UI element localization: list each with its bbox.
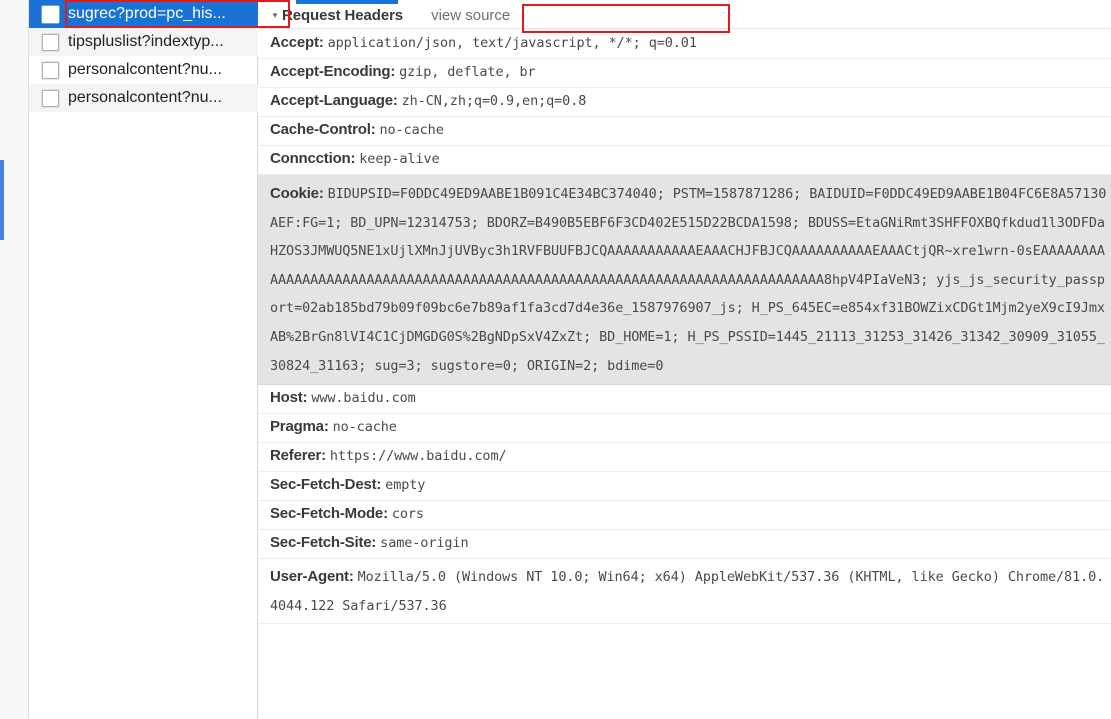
- request-list-item[interactable]: sugrec?prod=pc_his...: [29, 0, 258, 28]
- header-colon: :: [370, 121, 380, 138]
- request-headers-section-header[interactable]: ▾ Request Headers view source: [258, 3, 1111, 29]
- header-value: empty: [385, 477, 426, 494]
- header-colon: :: [321, 447, 330, 465]
- headers-list: Accept: application/json, text/javascrip…: [258, 30, 1111, 625]
- header-row[interactable]: Sec-Fetch-Dest: empty: [258, 472, 1111, 502]
- header-row[interactable]: Accept-Encoding: gzip, deflate, br: [258, 59, 1111, 88]
- header-value: BIDUPSID=F0DDC49ED9AABE1B091C4E34BC37404…: [270, 186, 1107, 374]
- request-type-icon: [42, 89, 59, 107]
- header-name: Cookie: [270, 185, 319, 202]
- header-name: Host: [270, 389, 303, 407]
- header-colon: :: [348, 568, 358, 586]
- header-name: Sec-Fetch-Site: [270, 534, 372, 552]
- header-row[interactable]: Conncction: keep-alive: [258, 146, 1111, 175]
- header-value: no-cache: [332, 419, 397, 436]
- header-value: zh-CN,zh;q=0.9,en;q=0.8: [401, 93, 587, 109]
- request-list: sugrec?prod=pc_his... tipspluslist?indext…: [29, 0, 258, 112]
- header-colon: :: [376, 476, 386, 494]
- header-name: Sec-Fetch-Dest: [270, 476, 377, 494]
- header-colon: :: [318, 185, 328, 202]
- request-detail-panel: ▾ Request Headers view source Accept: ap…: [258, 0, 1111, 719]
- header-colon: :: [302, 389, 312, 407]
- request-list-item-label: personalcontent?nu...: [68, 89, 222, 106]
- header-value: https://www.baidu.com/: [329, 448, 507, 465]
- header-colon: :: [318, 34, 328, 51]
- activity-rail: [0, 0, 29, 719]
- header-value: keep-alive: [359, 151, 440, 167]
- header-value: application/json, text/javascript, */*; …: [327, 35, 697, 51]
- header-row[interactable]: Cache-Control: no-cache: [258, 117, 1111, 146]
- section-title: Request Headers: [282, 7, 404, 24]
- header-value: Mozilla/5.0 (Windows NT 10.0; Win64; x64…: [270, 569, 1105, 614]
- header-name: Cache-Control: [270, 121, 371, 138]
- header-name: Conncction: [270, 150, 351, 167]
- header-row[interactable]: Pragma: no-cache: [258, 414, 1111, 444]
- request-list-sidebar[interactable]: sugrec?prod=pc_his... tipspluslist?indext…: [29, 0, 290, 719]
- header-row[interactable]: Accept: application/json, text/javascrip…: [258, 30, 1111, 59]
- header-row[interactable]: Sec-Fetch-Mode: cors: [258, 501, 1111, 531]
- header-row[interactable]: Host: www.baidu.com: [258, 385, 1111, 415]
- header-name: User-Agent: [270, 568, 349, 586]
- request-list-item[interactable]: personalcontent?nu...: [29, 84, 258, 112]
- request-type-icon: [42, 61, 59, 79]
- header-value: same-origin: [380, 535, 469, 552]
- header-colon: :: [390, 63, 400, 80]
- header-colon: :: [392, 92, 402, 109]
- header-row[interactable]: Referer: https://www.baidu.com/: [258, 443, 1111, 473]
- header-colon: :: [371, 534, 381, 552]
- chevron-down-icon[interactable]: ▾: [270, 11, 280, 20]
- request-list-item[interactable]: personalcontent?nu...: [29, 56, 258, 84]
- header-colon: :: [350, 150, 360, 167]
- header-name: Referer: [270, 447, 322, 465]
- header-row[interactable]: Cookie: BIDUPSID=F0DDC49ED9AABE1B091C4E3…: [258, 175, 1111, 386]
- header-name: Accept-Language: [270, 92, 393, 109]
- request-list-item-label: sugrec?prod=pc_his...: [68, 5, 226, 22]
- header-name: Sec-Fetch-Mode: [270, 505, 384, 523]
- request-list-item[interactable]: tipspluslist?indextyp...: [29, 28, 258, 56]
- request-list-item-label: tipspluslist?indextyp...: [68, 33, 224, 50]
- request-list-item-label: personalcontent?nu...: [68, 61, 222, 78]
- devtools-network-panel: sugrec?prod=pc_his... tipspluslist?indext…: [0, 0, 1111, 719]
- header-value: no-cache: [379, 122, 444, 138]
- header-name: Accept: [270, 34, 319, 51]
- header-name: Pragma: [270, 418, 324, 436]
- header-name: Accept-Encoding: [270, 63, 391, 80]
- header-row[interactable]: Sec-Fetch-Site: same-origin: [258, 530, 1111, 560]
- header-colon: :: [383, 505, 392, 523]
- rail-accent-marker: [0, 160, 4, 240]
- header-row[interactable]: Accept-Language: zh-CN,zh;q=0.9,en;q=0.8: [258, 88, 1111, 117]
- request-type-icon: [42, 33, 59, 51]
- header-value: gzip, deflate, br: [399, 64, 536, 80]
- header-value: www.baidu.com: [311, 390, 416, 407]
- request-type-icon: [42, 5, 59, 23]
- header-colon: :: [323, 418, 333, 436]
- header-value: cors: [391, 506, 424, 523]
- header-row[interactable]: User-Agent: Mozilla/5.0 (Windows NT 10.0…: [258, 559, 1111, 625]
- view-source-link[interactable]: view source: [431, 7, 510, 24]
